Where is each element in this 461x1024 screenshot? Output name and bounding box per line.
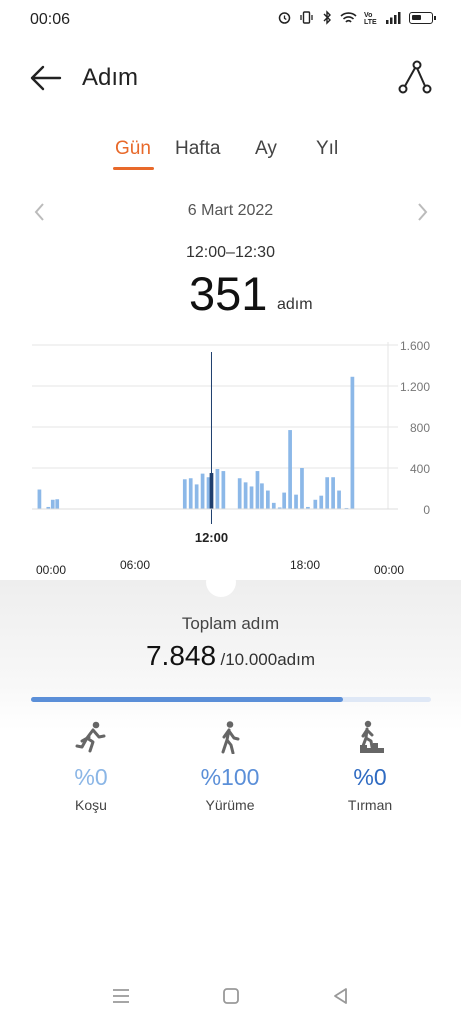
current-date: 6 Mart 2022 — [187, 202, 274, 219]
status-icons: Vo LTE — [277, 10, 436, 25]
y-tick-label: 0 — [423, 503, 430, 517]
selected-time-range: 12:00–12:30 — [186, 244, 275, 261]
walk-percent: %100 — [200, 764, 260, 790]
battery-icon — [409, 11, 436, 24]
chart-bar — [300, 468, 304, 509]
selected-step-count: 351 — [189, 267, 268, 320]
chart-bar — [50, 499, 55, 509]
chart-bar — [255, 471, 260, 509]
goal-progress-bar — [31, 697, 431, 702]
back-arrow-icon[interactable] — [28, 62, 64, 94]
chart-bar — [271, 502, 276, 509]
wifi-icon — [340, 11, 357, 23]
x-tick-label: 06:00 — [120, 558, 150, 572]
chart-bar — [282, 492, 287, 509]
page-title: Adım — [82, 64, 139, 91]
chart-bar — [37, 489, 42, 509]
svg-text:LTE: LTE — [364, 19, 377, 25]
menu-icon[interactable] — [109, 984, 133, 1008]
step-goal: /10.000adım — [220, 650, 316, 669]
climb-percent: %0 — [353, 764, 387, 790]
tab-year[interactable]: Yıl — [316, 138, 338, 160]
chart-bar — [215, 469, 220, 509]
chart-bar — [243, 482, 248, 509]
tab-week[interactable]: Hafta — [175, 138, 220, 160]
climbing-stairs-icon — [360, 720, 384, 753]
activity-run[interactable]: %0 Koşu — [31, 720, 151, 813]
bluetooth-icon — [323, 10, 331, 25]
selected-time-label: 12:00 — [195, 530, 228, 545]
system-nav-bar — [0, 978, 461, 1014]
active-tab-indicator — [113, 167, 154, 170]
chart-bar — [55, 499, 60, 509]
y-tick-label: 800 — [410, 421, 430, 435]
chart-bar — [337, 490, 341, 509]
home-icon[interactable] — [219, 984, 243, 1008]
chart-bar — [194, 484, 199, 509]
chevron-right-icon[interactable] — [412, 200, 432, 224]
chart-bar — [221, 471, 226, 509]
chart-bar — [294, 494, 298, 509]
chart-bar — [260, 483, 264, 509]
chart-bar — [319, 495, 324, 509]
total-steps-label: Toplam adım — [181, 614, 280, 633]
chart-bar — [182, 479, 187, 509]
activity-climb[interactable]: %0 Tırman — [310, 720, 430, 813]
chart-bar — [209, 473, 214, 509]
x-tick-label: 00:00 — [374, 563, 404, 577]
chart-bar — [325, 477, 330, 509]
chart-bar — [331, 477, 335, 509]
tab-day[interactable]: Gün — [115, 138, 151, 160]
x-tick-label: 00:00 — [36, 563, 66, 577]
vibrate-icon — [300, 11, 313, 24]
climb-label: Tırman — [347, 797, 393, 813]
activity-walk[interactable]: %100 Yürüme — [170, 720, 290, 813]
steps-bar-chart[interactable]: 1.600 1.200 800 400 0 12:00 00:00 06:00 18:00 00:… — [0, 328, 461, 580]
run-label: Koşu — [75, 797, 107, 813]
volte-icon: VoLTE — [364, 12, 377, 25]
y-tick-label: 1.600 — [400, 339, 430, 353]
status-time: 00:06 — [30, 11, 71, 28]
y-tick-label: 1.200 — [400, 380, 430, 394]
running-icon — [75, 721, 106, 753]
chart-bar — [237, 478, 242, 509]
goal-progress-fill — [31, 697, 343, 702]
signal-icon — [386, 11, 401, 24]
selected-step-unit: adım — [277, 296, 313, 313]
y-tick-label: 400 — [410, 462, 430, 476]
walk-label: Yürüme — [205, 797, 255, 813]
total-steps-value: 7.848 — [145, 640, 217, 671]
chart-bar — [249, 486, 254, 509]
status-bar: 00:06 Vo LTE — [0, 0, 461, 40]
back-triangle-icon[interactable] — [329, 984, 353, 1008]
walking-icon — [221, 721, 240, 754]
period-tabs: Gün Hafta Ay Yıl — [0, 136, 461, 176]
route-icon[interactable] — [397, 60, 433, 96]
chart-bar — [200, 473, 205, 509]
chart-bar — [188, 478, 193, 509]
chart-bar — [288, 430, 292, 509]
tab-month[interactable]: Ay — [255, 138, 277, 160]
app-bar: Adım — [0, 52, 461, 104]
run-percent: %0 — [74, 764, 108, 790]
sheet-handle[interactable] — [206, 567, 236, 597]
svg-text:Vo: Vo — [364, 12, 372, 19]
total-steps: 7.848 /10.000adım — [0, 640, 461, 672]
chart-bar — [350, 376, 355, 509]
alarm-icon — [278, 12, 291, 24]
chart-bar — [265, 490, 270, 509]
chart-bar — [313, 499, 318, 509]
date-navigator: 6 Mart 2022 — [0, 198, 461, 228]
x-tick-label: 18:00 — [290, 558, 320, 572]
